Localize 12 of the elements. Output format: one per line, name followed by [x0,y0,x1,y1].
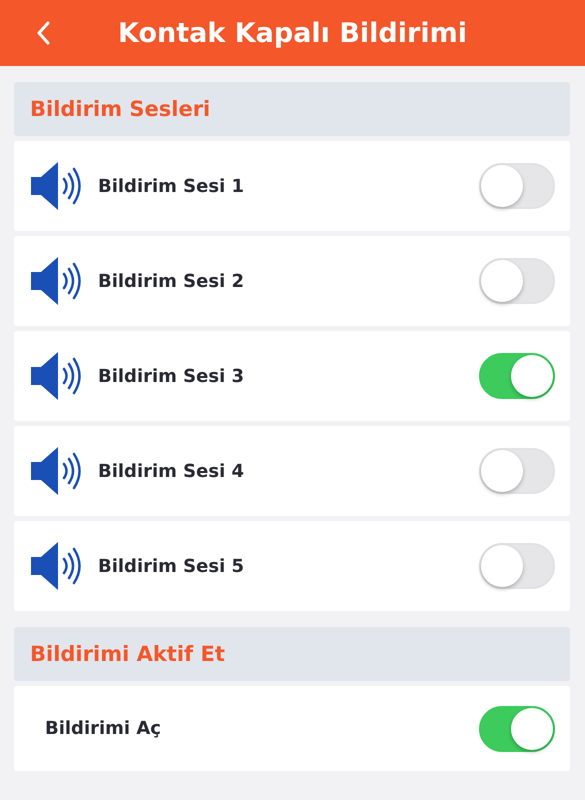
setting-label: Bildirim Sesi 4 [98,460,246,482]
setting-label: Bildirim Sesi 2 [98,270,246,292]
back-icon[interactable] [36,21,50,45]
toggle-switch[interactable] [479,353,555,399]
section-title: Bildirim Sesleri [30,97,210,121]
page-title: Kontak Kapalı Bildirimi [118,18,467,48]
toggle-switch[interactable] [479,706,555,752]
setting-label: Bildirim Sesi 5 [98,556,246,576]
section-title: Bildirimi Aktif Et [30,642,225,666]
setting-label: Bildirim Sesi 3 [98,366,246,386]
setting-label: Bildirimi Aç [45,718,162,739]
setting-label: Bildirim Sesi 1 [98,176,246,196]
